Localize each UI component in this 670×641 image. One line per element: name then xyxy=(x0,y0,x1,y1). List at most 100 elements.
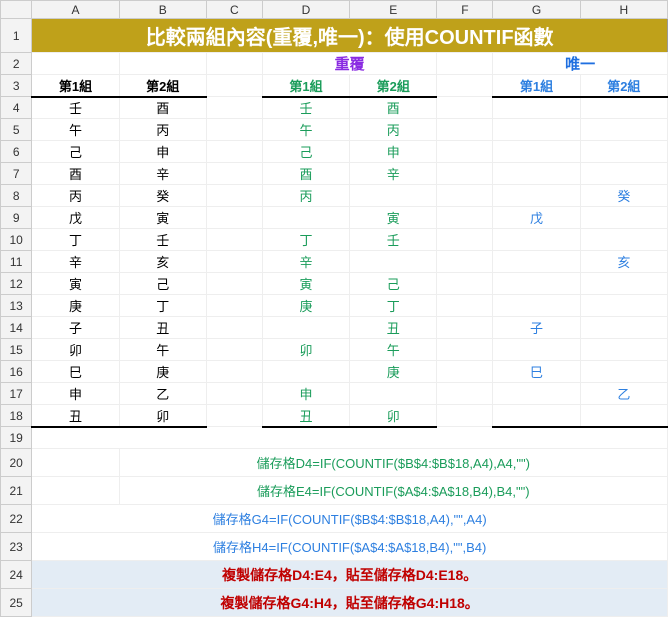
row-10[interactable]: 10 xyxy=(1,229,32,251)
col-F[interactable]: F xyxy=(437,1,493,19)
cell-d[interactable]: 壬 xyxy=(262,97,349,119)
cell-a[interactable]: 酉 xyxy=(32,163,119,185)
row-22[interactable]: 22 xyxy=(1,505,32,533)
hdr-d[interactable]: 第1組 xyxy=(262,75,349,97)
cell-b[interactable]: 申 xyxy=(119,141,206,163)
cell-e[interactable]: 丁 xyxy=(350,295,437,317)
cell-a[interactable]: 午 xyxy=(32,119,119,141)
row-20[interactable]: 20 xyxy=(1,449,32,477)
cell-d[interactable]: 庚 xyxy=(262,295,349,317)
cell-b[interactable]: 癸 xyxy=(119,185,206,207)
cell-d[interactable]: 寅 xyxy=(262,273,349,295)
cell-g[interactable] xyxy=(493,163,580,185)
cell-d[interactable]: 丙 xyxy=(262,185,349,207)
cell-e[interactable]: 壬 xyxy=(350,229,437,251)
cell-e[interactable]: 辛 xyxy=(350,163,437,185)
cell-a[interactable]: 辛 xyxy=(32,251,119,273)
cell-h[interactable] xyxy=(580,141,667,163)
cell-b[interactable]: 亥 xyxy=(119,251,206,273)
cell-g[interactable] xyxy=(493,295,580,317)
hdr-e[interactable]: 第2組 xyxy=(350,75,437,97)
section-unique[interactable]: 唯一 xyxy=(493,53,668,75)
cell-b[interactable]: 酉 xyxy=(119,97,206,119)
row-12[interactable]: 12 xyxy=(1,273,32,295)
cell-d[interactable]: 申 xyxy=(262,383,349,405)
cell-g[interactable] xyxy=(493,185,580,207)
hdr-b[interactable]: 第2組 xyxy=(119,75,206,97)
row-13[interactable]: 13 xyxy=(1,295,32,317)
row-25[interactable]: 25 xyxy=(1,589,32,617)
cell-a[interactable]: 壬 xyxy=(32,97,119,119)
row-9[interactable]: 9 xyxy=(1,207,32,229)
cell-h[interactable] xyxy=(580,163,667,185)
row-16[interactable]: 16 xyxy=(1,361,32,383)
cell-a[interactable]: 庚 xyxy=(32,295,119,317)
copy-line-1[interactable]: 複製儲存格D4:E4，貼至儲存格D4:E18。 xyxy=(32,561,668,589)
cell-h[interactable]: 癸 xyxy=(580,185,667,207)
cell-e[interactable]: 丑 xyxy=(350,317,437,339)
row-24[interactable]: 24 xyxy=(1,561,32,589)
row-3[interactable]: 3 xyxy=(1,75,32,97)
cell-h[interactable] xyxy=(580,97,667,119)
cell-d[interactable]: 卯 xyxy=(262,339,349,361)
cell-b[interactable]: 卯 xyxy=(119,405,206,427)
cell-g[interactable] xyxy=(493,97,580,119)
title-cell[interactable]: 比較兩組內容(重覆,唯一)：使用COUNTIF函數 xyxy=(32,19,668,53)
cell-a[interactable]: 卯 xyxy=(32,339,119,361)
cell-e[interactable] xyxy=(350,251,437,273)
row-7[interactable]: 7 xyxy=(1,163,32,185)
cell-h[interactable] xyxy=(580,273,667,295)
cell-d[interactable]: 酉 xyxy=(262,163,349,185)
cell-e[interactable]: 申 xyxy=(350,141,437,163)
cell-e[interactable]: 酉 xyxy=(350,97,437,119)
cell-e[interactable]: 寅 xyxy=(350,207,437,229)
row-19[interactable]: 19 xyxy=(1,427,32,449)
cell-g[interactable] xyxy=(493,273,580,295)
row-18[interactable]: 18 xyxy=(1,405,32,427)
row-8[interactable]: 8 xyxy=(1,185,32,207)
cell-g[interactable]: 子 xyxy=(493,317,580,339)
cell-e[interactable]: 庚 xyxy=(350,361,437,383)
row-5[interactable]: 5 xyxy=(1,119,32,141)
formula-h4[interactable]: 儲存格H4=IF(COUNTIF($A$4:$A$18,B4),"",B4) xyxy=(32,533,668,561)
cell-g[interactable] xyxy=(493,119,580,141)
cell-a[interactable]: 子 xyxy=(32,317,119,339)
cell-a[interactable]: 己 xyxy=(32,141,119,163)
hdr-a[interactable]: 第1組 xyxy=(32,75,119,97)
cell-g[interactable] xyxy=(493,141,580,163)
cell-h[interactable] xyxy=(580,119,667,141)
row-21[interactable]: 21 xyxy=(1,477,32,505)
cell-g[interactable] xyxy=(493,339,580,361)
col-A[interactable]: A xyxy=(32,1,119,19)
cell-h[interactable] xyxy=(580,295,667,317)
cell-b[interactable]: 丑 xyxy=(119,317,206,339)
hdr-h[interactable]: 第2組 xyxy=(580,75,667,97)
col-G[interactable]: G xyxy=(493,1,580,19)
cell-g[interactable] xyxy=(493,251,580,273)
cell-b[interactable]: 庚 xyxy=(119,361,206,383)
cell-d[interactable] xyxy=(262,317,349,339)
cell-h[interactable] xyxy=(580,207,667,229)
copy-line-2[interactable]: 複製儲存格G4:H4，貼至儲存格G4:H18。 xyxy=(32,589,668,617)
col-C[interactable]: C xyxy=(206,1,262,19)
cell-b[interactable]: 寅 xyxy=(119,207,206,229)
cell-a[interactable]: 巳 xyxy=(32,361,119,383)
cell-e[interactable] xyxy=(350,185,437,207)
cell-a[interactable]: 申 xyxy=(32,383,119,405)
cell-g[interactable]: 戊 xyxy=(493,207,580,229)
cell-h[interactable] xyxy=(580,405,667,427)
cell-a[interactable]: 丁 xyxy=(32,229,119,251)
hdr-g[interactable]: 第1組 xyxy=(493,75,580,97)
cell-h[interactable] xyxy=(580,229,667,251)
row-6[interactable]: 6 xyxy=(1,141,32,163)
cell-e[interactable]: 丙 xyxy=(350,119,437,141)
cell-e[interactable]: 午 xyxy=(350,339,437,361)
col-H[interactable]: H xyxy=(580,1,667,19)
cell-d[interactable]: 丁 xyxy=(262,229,349,251)
cell-h[interactable] xyxy=(580,317,667,339)
cell-h[interactable] xyxy=(580,339,667,361)
row-1[interactable]: 1 xyxy=(1,19,32,53)
row-23[interactable]: 23 xyxy=(1,533,32,561)
cell-a[interactable]: 戊 xyxy=(32,207,119,229)
cell-b[interactable]: 午 xyxy=(119,339,206,361)
